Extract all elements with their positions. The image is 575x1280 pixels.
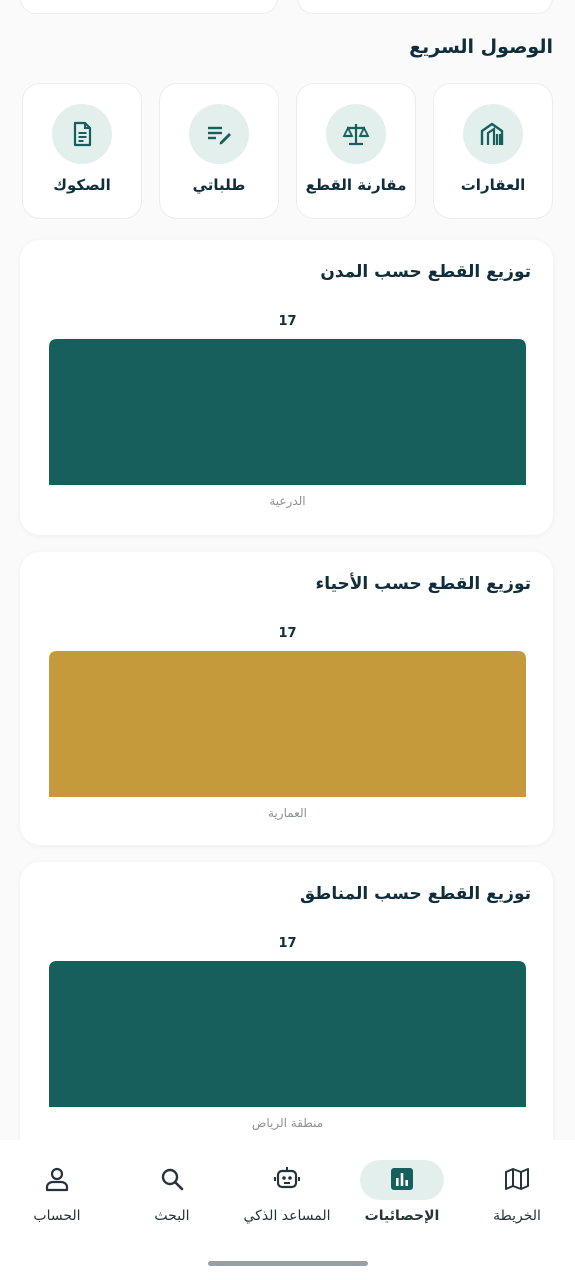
chart-bar [49, 339, 526, 485]
buildings-icon [480, 122, 504, 145]
top-cards-clipped [0, 0, 575, 16]
top-card-left[interactable] [20, 0, 278, 14]
quick-icon-circle [326, 104, 386, 164]
scale-icon [342, 124, 370, 146]
quick-access-my-requests[interactable]: طلباتي [159, 83, 279, 219]
nav-label: المساعد الذكي [243, 1208, 331, 1224]
chart-bar [49, 961, 526, 1107]
nav-account[interactable]: الحساب [2, 1160, 112, 1230]
quick-icon-circle [189, 104, 249, 164]
chart-card-cities: توزيع القطع حسب المدن 17 الدرعية [20, 240, 553, 535]
home-indicator [208, 1261, 368, 1266]
chart-value-label: 17 [278, 314, 296, 329]
chart-category-label: الدرعية [269, 494, 305, 509]
quick-icon-circle [463, 104, 523, 164]
chart-value-label: 17 [278, 626, 296, 641]
search-icon [161, 1168, 184, 1191]
chart-svg-regions: 17 منطقة الرياض [49, 936, 526, 1131]
quick-access-label: طلباتي [192, 176, 246, 194]
nav-label: الحساب [33, 1208, 81, 1224]
quick-access-label: مقارنة القطع [305, 176, 407, 194]
quick-icon-circle [52, 104, 112, 164]
quick-access-row: العقارات مقارنة القطع طلباتي الصكوك [21, 83, 553, 219]
quick-access-label: الصكوك [53, 176, 111, 194]
nav-label: الإحصائيات [364, 1208, 440, 1224]
bar-chart-icon [391, 1168, 413, 1190]
quick-access-title: الوصول السريع [409, 36, 553, 58]
nav-label: الخريطة [493, 1208, 541, 1224]
top-card-right[interactable] [297, 0, 553, 14]
nav-search[interactable]: البحث [117, 1160, 227, 1230]
quick-access-label: العقارات [460, 176, 526, 194]
chart-bar [49, 651, 526, 797]
quick-access-compare[interactable]: مقارنة القطع [296, 83, 416, 219]
bottom-navigation: الخريطة الإحصائيات المساعد الذكي البحث ا… [0, 1140, 575, 1280]
chart-category-label: منطقة الرياض [252, 1116, 323, 1131]
chart-value-label: 17 [278, 936, 296, 951]
chart-card-districts: توزيع القطع حسب الأحياء 17 العمارية [20, 552, 553, 845]
quick-access-deeds[interactable]: الصكوك [22, 83, 142, 219]
chart-category-label: العمارية [268, 806, 307, 821]
robot-icon [274, 1167, 300, 1189]
nav-label: البحث [154, 1208, 190, 1224]
nav-map[interactable]: الخريطة [462, 1160, 572, 1230]
chart-svg-cities: 17 الدرعية [49, 314, 526, 509]
document-icon [73, 121, 92, 147]
user-icon [45, 1167, 69, 1192]
edit-list-icon [208, 126, 231, 145]
nav-smart-assistant[interactable]: المساعد الذكي [232, 1160, 342, 1230]
chart-card-regions: توزيع القطع حسب المناطق 17 منطقة الرياض [20, 862, 553, 1162]
map-icon [505, 1168, 529, 1190]
quick-access-properties[interactable]: العقارات [433, 83, 553, 219]
chart-svg-districts: 17 العمارية [49, 626, 526, 821]
nav-statistics[interactable]: الإحصائيات [347, 1160, 457, 1230]
